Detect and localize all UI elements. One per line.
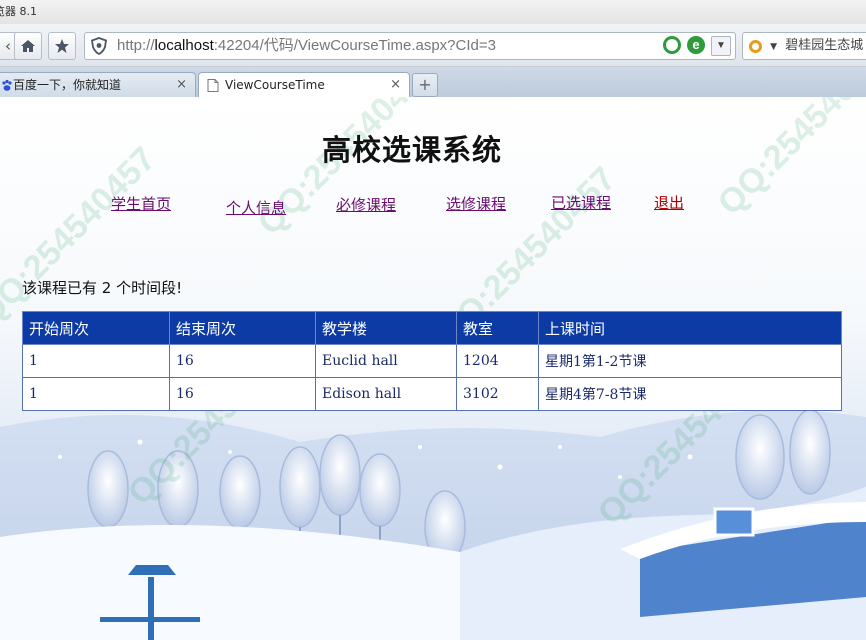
cell-building: Euclid hall (315, 344, 457, 378)
cell-building: Edison hall (315, 377, 457, 411)
search-dropdown-icon[interactable]: ▼ (770, 42, 777, 52)
search-engine-icon (749, 40, 762, 53)
home-icon (21, 40, 35, 52)
url-host: localhost (154, 37, 214, 54)
favorite-button[interactable] (48, 32, 76, 60)
browser-nav-bar: ‹ http://localhost:42204/代码/ViewCourseTi… (0, 24, 866, 67)
tab-label: 百度一下，你就知道 (13, 78, 122, 92)
column-header-start-week: 开始周次 (22, 311, 170, 345)
table-header-row: 开始周次 结束周次 教学楼 教室 上课时间 (22, 311, 842, 345)
table-row: 1 16 Euclid hall 1204 星期1第1-2节课 (22, 344, 842, 378)
cell-class-time: 星期1第1-2节课 (538, 344, 842, 378)
page-title: 高校选课系统 (322, 133, 503, 167)
column-header-building: 教学楼 (315, 311, 457, 345)
tab-label: ViewCourseTime (225, 78, 325, 92)
page-content: QQ:254540457 QQ:254540457 QQ:254540457 Q… (0, 97, 866, 640)
baidu-paw-icon (2, 79, 12, 91)
menu-logout[interactable]: 退出 (654, 192, 684, 213)
ie-compat-icon[interactable]: e (687, 36, 705, 54)
close-icon[interactable]: × (176, 73, 187, 97)
column-header-classroom: 教室 (456, 311, 539, 345)
cell-classroom: 3102 (456, 377, 539, 411)
course-time-table: 开始周次 结束周次 教学楼 教室 上课时间 1 16 Euclid hall 1… (22, 311, 842, 411)
new-tab-button[interactable]: + (412, 73, 438, 97)
menu-required-courses[interactable]: 必修课程 (336, 194, 396, 215)
menu-student-home[interactable]: 学生首页 (111, 193, 171, 214)
cell-start-week: 1 (22, 344, 170, 378)
chevron-down-icon[interactable]: ▼ (711, 36, 731, 56)
cell-end-week: 16 (169, 377, 316, 411)
column-header-end-week: 结束周次 (169, 311, 316, 345)
home-button[interactable] (14, 32, 42, 60)
tab-baidu[interactable]: 百度一下，你就知道 × (0, 72, 196, 98)
address-bar[interactable]: http://localhost:42204/代码/ViewCourseTime… (84, 32, 736, 60)
search-text: 碧桂园生态城 (785, 38, 864, 53)
back-arrow-icon: ‹ (5, 37, 11, 55)
tab-bar: 百度一下，你就知道 × ViewCourseTime × + (0, 67, 866, 98)
address-bar-icons: e ▼ (663, 36, 731, 56)
shield-icon (91, 37, 107, 55)
search-box[interactable]: ▼ 碧桂园生态城 (742, 32, 866, 60)
browser-title: 览器 8.1 (0, 5, 37, 18)
menu-elective-courses[interactable]: 选修课程 (446, 193, 506, 214)
star-icon (55, 39, 69, 53)
cell-end-week: 16 (169, 344, 316, 378)
tab-viewcoursetime[interactable]: ViewCourseTime × (198, 72, 410, 98)
url-text: http://localhost:42204/代码/ViewCourseTime… (117, 37, 496, 54)
menu-personal-info[interactable]: 个人信息 (226, 197, 286, 218)
table-row: 1 16 Edison hall 3102 星期4第7-8节课 (22, 377, 842, 411)
browser-title-bar: 览器 8.1 (0, 0, 866, 24)
column-header-class-time: 上课时间 (538, 311, 842, 345)
close-icon[interactable]: × (390, 73, 401, 97)
menu-selected-courses[interactable]: 已选课程 (551, 192, 611, 213)
cell-start-week: 1 (22, 377, 170, 411)
cell-class-time: 星期4第7-8节课 (538, 377, 842, 411)
cell-classroom: 1204 (456, 344, 539, 378)
refresh-icon[interactable] (663, 36, 681, 54)
page-icon (207, 79, 219, 92)
course-time-count: 该课程已有 2 个时间段! (22, 279, 183, 297)
